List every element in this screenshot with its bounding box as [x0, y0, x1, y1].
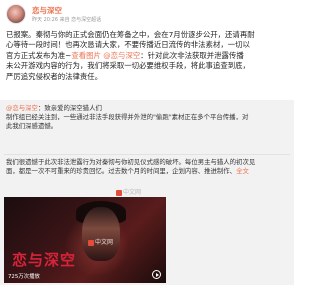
- author-name[interactable]: 恋与深空: [32, 5, 62, 16]
- repost-intro: 致亲爱的深空猎人们: [44, 104, 102, 112]
- video-title-art: 恋与深空: [12, 251, 77, 269]
- post-header: 恋与深空 昨天 20:26 来自 恋与深空超话: [6, 4, 288, 26]
- repost-body-line: 面，都是一次不可重来的珍贵回忆。过去数个月的时间里，企划内容、推进制作、全文: [6, 167, 249, 176]
- mention-link[interactable]: @恋与深空: [103, 51, 140, 60]
- video-player[interactable]: 恋与深空 中文网 725万次播放: [4, 197, 166, 283]
- play-count: 725万次播放: [8, 274, 40, 280]
- repost-head: @恋与深空：致亲爱的深空猎人们 制作组已经关注到，一些通过非法手段获得并外泄的"…: [6, 104, 290, 132]
- video-character: [82, 207, 120, 261]
- post-line: 官方正式发布为准~查看图片 @恋与深空：针对此次非法获取并泄露传播: [6, 51, 290, 61]
- post-line-text: ：针对此次非法获取并泄露传播: [140, 50, 244, 60]
- repost-line: 此我们深感遗憾。: [6, 122, 58, 131]
- post-line: 已报案。秦彻与你的正式会面仍在筹备之中，会在7月份逐步公开，还请再耐: [6, 30, 255, 39]
- post-line: 未公开游戏内容的行为，我们将采取一切必要维权手段，将此事追查到底，: [6, 61, 250, 71]
- watermark-icon: [88, 239, 94, 246]
- post-line-text: 官方正式发布为准~: [6, 50, 72, 60]
- author-avatar[interactable]: [6, 4, 26, 24]
- post-line: 心等待一段时间！也再次恳请大家，不要传播近日流传的非法素材，一切以: [6, 40, 250, 50]
- repost-intro-line: @恋与深空：致亲爱的深空猎人们: [6, 104, 102, 112]
- view-images-link[interactable]: 查看图片: [71, 51, 101, 60]
- repost-body-line: 我们很遗憾于此次非法泄露行为对秦彻与你初见仪式感的破坏。每位男主与猎人的初次见: [6, 158, 256, 166]
- video-watermark: 中文网: [88, 237, 113, 246]
- post-meta: 昨天 20:26 来自 恋与深空超话: [32, 17, 102, 23]
- play-icon[interactable]: [152, 270, 161, 279]
- repost-mention[interactable]: @恋与深空: [6, 104, 38, 112]
- post-text: 已报案。秦彻与你的正式会面仍在筹备之中，会在7月份逐步公开，还请再耐 心等待一段…: [6, 30, 290, 82]
- post-line: 严厉追究侵权者的法律责任。: [6, 71, 103, 81]
- repost-body: 我们很遗憾于此次非法泄露行为对秦彻与你初见仪式感的破坏。每位男主与猎人的初次见 …: [6, 158, 290, 176]
- repost-divider: [4, 154, 290, 155]
- watermark-icon: [116, 189, 122, 196]
- watermark: 中文网: [116, 187, 141, 196]
- read-more-link[interactable]: 全文: [236, 167, 249, 175]
